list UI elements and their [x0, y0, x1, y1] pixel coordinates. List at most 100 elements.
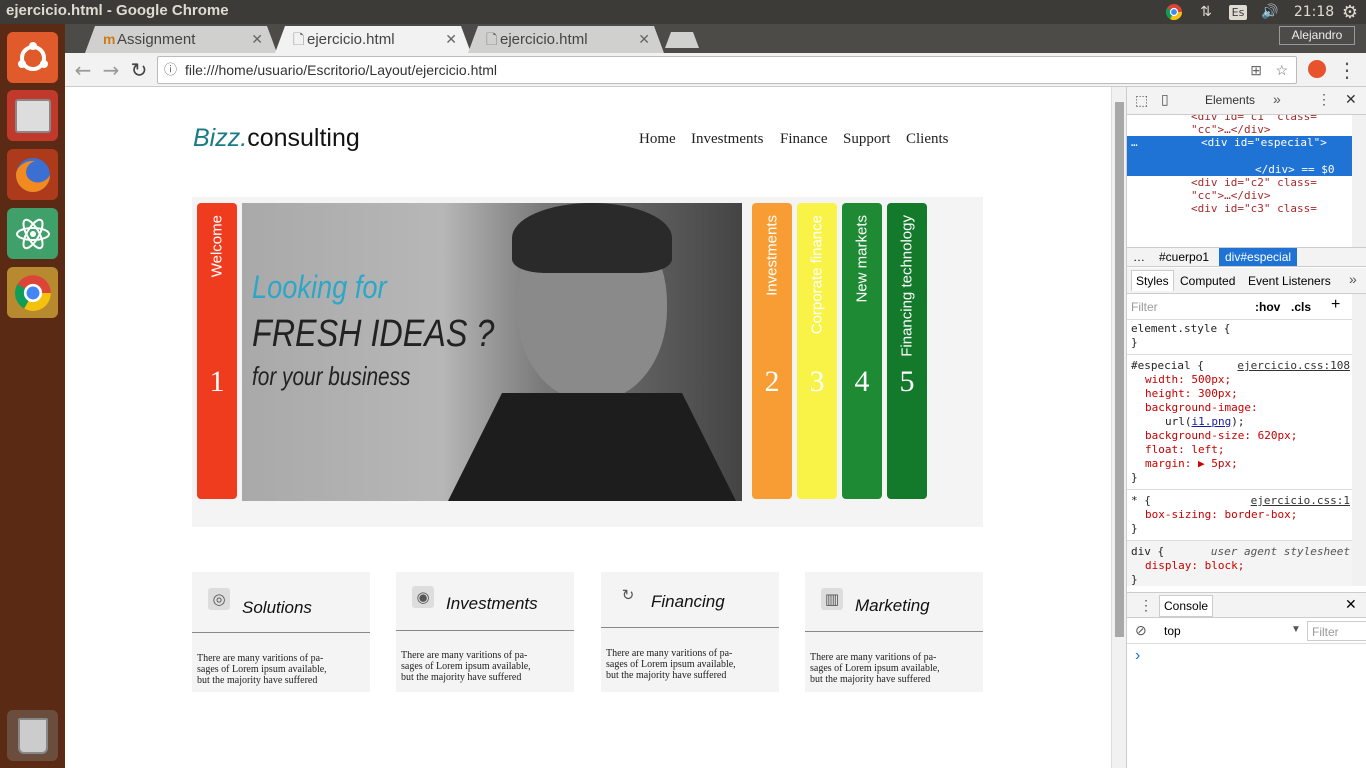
clear-console-icon[interactable]: ⊘ [1135, 622, 1147, 639]
rule-source-link[interactable]: ejercicio.css:1 [1251, 494, 1350, 508]
strip-number: 4 [854, 365, 870, 398]
scrollbar-thumb[interactable] [1115, 102, 1124, 637]
rule-selector[interactable]: div { [1131, 545, 1164, 558]
dom-line[interactable]: <div id="c2" class= [1127, 176, 1352, 189]
dom-selected-node[interactable]: … <div id="especial"> </div> == $0 [1127, 136, 1352, 176]
rule-close-brace: } [1131, 471, 1138, 484]
firefox-icon[interactable] [7, 149, 58, 200]
more-styles-tabs-icon[interactable]: » [1349, 271, 1357, 287]
rule-decl[interactable]: background-size: 620px; [1131, 429, 1352, 443]
dom-line[interactable]: <div id="c1" class= [1127, 115, 1352, 123]
profile-button[interactable]: Alejandro [1279, 26, 1355, 45]
reload-icon[interactable]: ↻ [127, 58, 151, 82]
ubuntu-dash-icon[interactable] [7, 32, 58, 83]
chrome-launcher-icon[interactable] [7, 267, 58, 318]
bookmark-star-icon[interactable]: ☆ [1275, 57, 1288, 83]
network-icon[interactable]: ⇅ [1195, 0, 1217, 24]
strip-financing-technology[interactable]: Financing technology 5 [887, 203, 927, 499]
close-tab-icon[interactable]: ✕ [251, 26, 263, 53]
card-text-line: There are many varitions of pa- [810, 652, 937, 663]
strip-new-markets[interactable]: New markets 4 [842, 203, 882, 499]
strip-corporate-finance[interactable]: Corporate finance 3 [797, 203, 837, 499]
dropdown-arrow-icon[interactable]: ▼ [1291, 624, 1301, 635]
strip-investments[interactable]: Investments 2 [752, 203, 792, 499]
tab-assignment[interactable]: m Assignment ✕ [85, 26, 277, 53]
nav-support[interactable]: Support [843, 131, 891, 148]
breadcrumb-cuerpo1[interactable]: #cuerpo1 [1159, 250, 1209, 264]
close-tab-icon[interactable]: ✕ [445, 26, 457, 53]
rule-decl[interactable]: background-image: [1131, 401, 1352, 415]
page-viewport: Bizz.consulting Home Investments Finance… [65, 87, 1111, 768]
devtools-menu-icon[interactable]: ⋮ [1317, 91, 1331, 108]
close-devtools-icon[interactable]: ✕ [1345, 91, 1357, 108]
rule-source-link[interactable]: ejercicio.css:108 [1237, 359, 1350, 373]
breadcrumb-especial[interactable]: div#especial [1219, 248, 1298, 266]
tab-computed[interactable]: Computed [1180, 274, 1235, 288]
tab-ejercicio-2[interactable]: 🗋 ejercicio.html ✕ [468, 26, 664, 53]
new-tab-button[interactable] [665, 32, 699, 48]
translate-icon[interactable]: ⊞ [1250, 57, 1262, 83]
close-tab-icon[interactable]: ✕ [638, 26, 650, 53]
files-icon[interactable] [7, 90, 58, 141]
nav-finance[interactable]: Finance [780, 131, 827, 148]
cls-toggle[interactable]: .cls [1291, 300, 1311, 314]
keyboard-layout-indicator[interactable]: Es [1227, 0, 1249, 24]
dom-line: </div> == $0 [1255, 163, 1335, 176]
extension-icon[interactable] [1308, 60, 1326, 78]
trash-icon[interactable] [7, 710, 58, 761]
console-filter-input[interactable]: Filter [1307, 621, 1366, 641]
rule-element-style[interactable]: element.style { [1127, 322, 1352, 336]
rule-decl[interactable]: box-sizing: border-box; [1131, 508, 1352, 522]
rule-decl[interactable]: height: 300px; [1131, 387, 1352, 401]
rule-decl[interactable]: float: left; [1131, 443, 1352, 457]
device-toolbar-icon[interactable]: ▯ [1161, 91, 1169, 108]
rule-decl-url[interactable]: url(i1.png); [1131, 415, 1352, 429]
nav-home[interactable]: Home [639, 131, 676, 148]
hov-toggle[interactable]: :hov [1255, 300, 1280, 314]
card-divider [396, 630, 574, 631]
console-context-select[interactable]: top [1164, 624, 1181, 638]
nav-clients[interactable]: Clients [906, 131, 949, 148]
strip-welcome[interactable]: Welcome 1 [197, 203, 237, 499]
site-logo[interactable]: Bizz.consulting [193, 124, 360, 153]
new-style-rule-icon[interactable]: + [1331, 296, 1340, 314]
page-scrollbar[interactable] [1111, 87, 1126, 768]
tab-console[interactable]: Console [1159, 595, 1214, 617]
styles-scrollbar[interactable] [1352, 294, 1366, 586]
volume-icon[interactable]: 🔊 [1258, 0, 1282, 24]
drawer-menu-icon[interactable]: ⋮ [1139, 597, 1153, 614]
url-link[interactable]: i1.png [1192, 415, 1232, 428]
card-text-line: but the majority have suffered [197, 675, 318, 686]
chrome-tray-icon[interactable] [1163, 0, 1185, 24]
clock[interactable]: 21:18 [1292, 0, 1336, 24]
atom-editor-icon[interactable] [7, 208, 58, 259]
rule-decl[interactable]: width: 500px; [1131, 373, 1352, 387]
console-prompt[interactable]: › [1135, 647, 1140, 665]
tab-elements[interactable]: Elements [1205, 93, 1255, 107]
card-text-line: sages of Lorem ipsum available, [197, 664, 327, 675]
forward-icon[interactable]: → [99, 58, 123, 82]
breadcrumb-ellipsis[interactable]: … [1133, 250, 1145, 264]
styles-filter-input[interactable]: Filter [1131, 300, 1158, 314]
rule-selector[interactable]: #especial { [1131, 359, 1204, 372]
tab-styles[interactable]: Styles [1131, 270, 1174, 291]
tab-ejercicio-active[interactable]: 🗋 ejercicio.html ✕ [275, 26, 471, 53]
card-text-line: but the majority have suffered [401, 672, 522, 683]
info-icon[interactable]: ⓘ [164, 57, 177, 83]
settings-gear-icon[interactable]: ⚙ [1338, 0, 1362, 24]
dom-line[interactable]: <div id="c3" class= [1127, 202, 1352, 215]
dom-scrollbar[interactable] [1352, 115, 1366, 247]
dom-line[interactable]: "cc">…</div> [1127, 123, 1352, 136]
tab-event-listeners[interactable]: Event Listeners [1248, 274, 1331, 288]
more-tabs-icon[interactable]: » [1273, 91, 1281, 107]
back-icon[interactable]: ← [71, 58, 95, 82]
strip-number: 5 [899, 365, 915, 398]
inspect-element-icon[interactable]: ⬚ [1135, 92, 1148, 109]
menu-dots-icon[interactable]: ⋮ [1335, 58, 1359, 82]
address-bar[interactable]: ⓘ file:///home/usuario/Escritorio/Layout… [157, 56, 1297, 84]
rule-decl[interactable]: margin: ▶ 5px; [1131, 457, 1352, 471]
close-drawer-icon[interactable]: ✕ [1345, 596, 1357, 613]
dom-line[interactable]: "cc">…</div> [1127, 189, 1352, 202]
nav-investments[interactable]: Investments [691, 131, 764, 148]
rule-selector[interactable]: * { [1131, 494, 1151, 507]
